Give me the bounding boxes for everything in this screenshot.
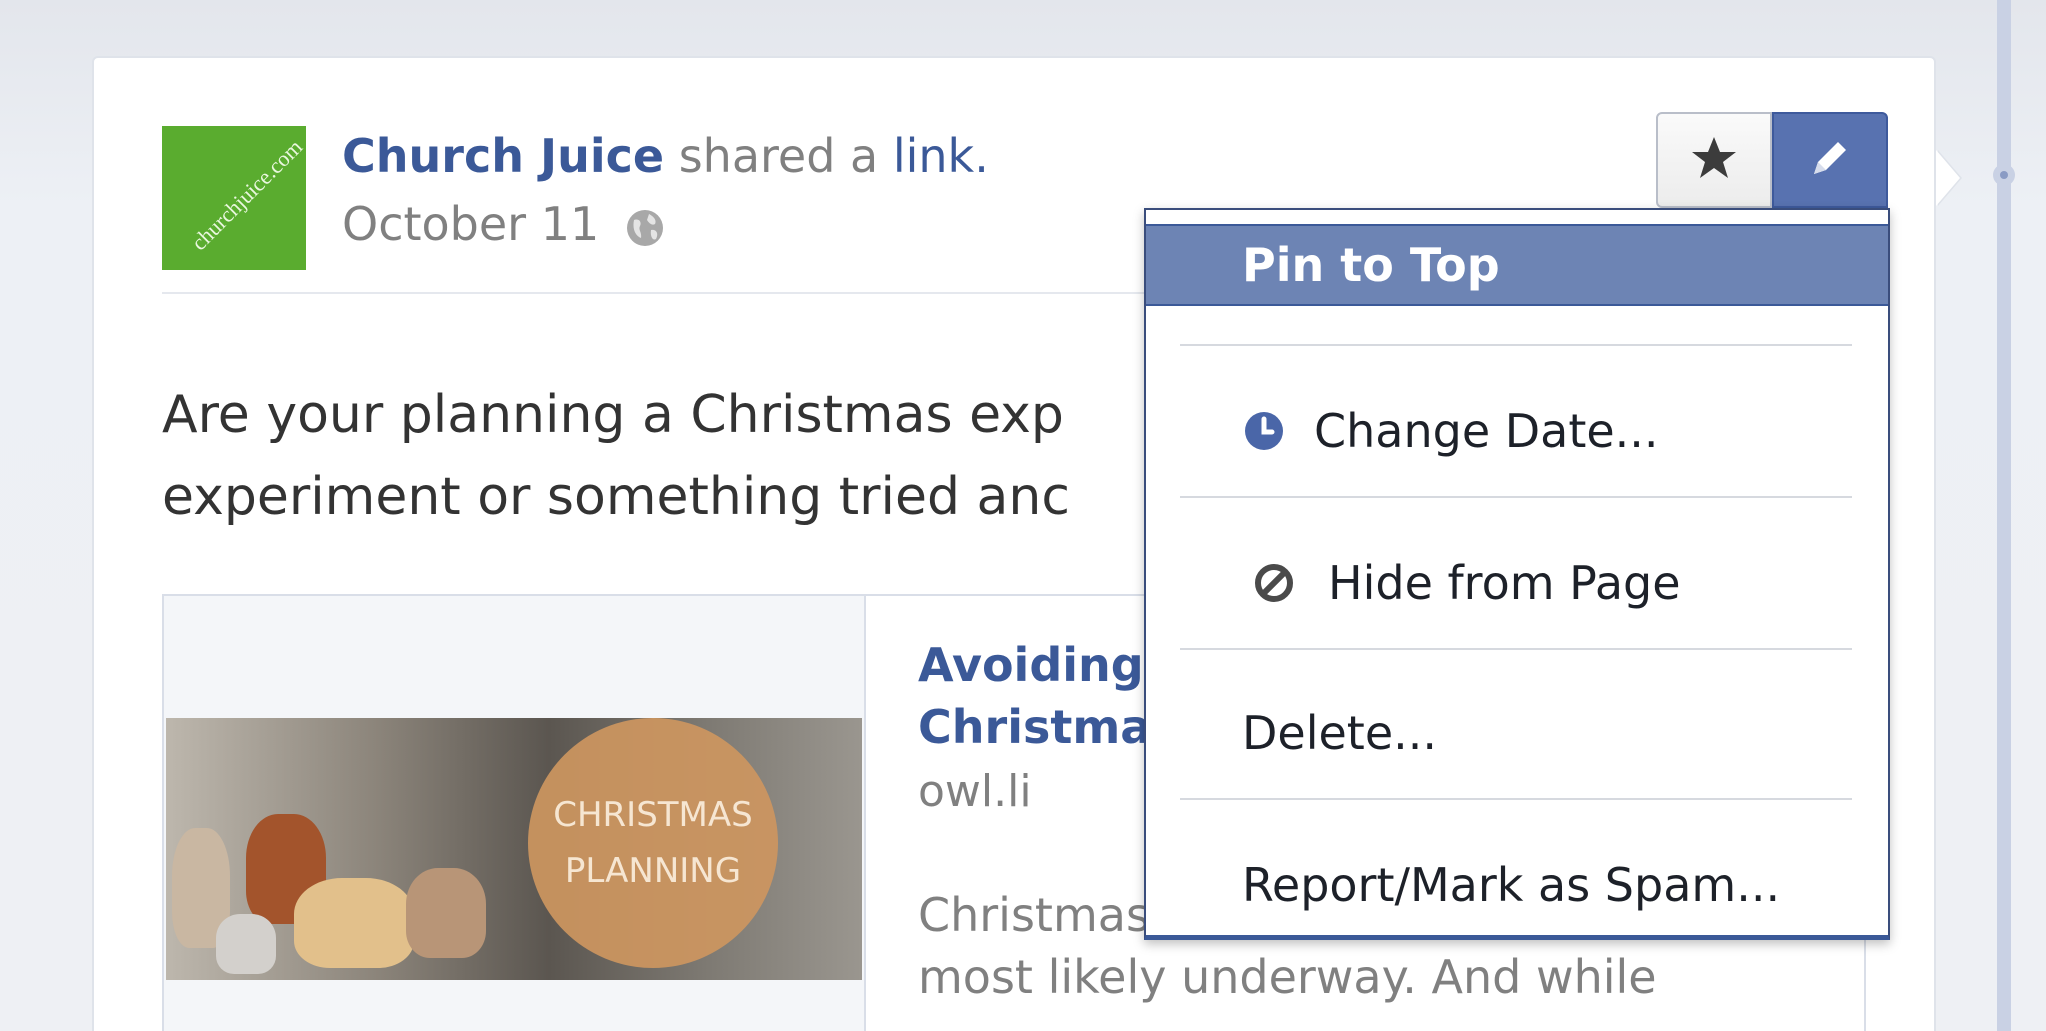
menu-item-label: Pin to Top [1242, 238, 1500, 292]
page-avatar[interactable]: churchjuice.com [162, 126, 306, 270]
post-meta: October 11 [342, 196, 665, 252]
figurine [406, 868, 486, 958]
menu-item-hide-from-page[interactable]: Hide from Page [1146, 548, 1888, 618]
link-summary-line: most likely underway. And while [918, 950, 1657, 1004]
christmas-planning-badge: CHRISTMAS PLANNING [528, 718, 778, 968]
figurine [216, 914, 276, 974]
menu-item-label: Change Date... [1314, 404, 1659, 458]
menu-divider [1180, 496, 1852, 498]
edit-dropdown-menu: Pin to Top Change Date... Hide from Page… [1144, 208, 1890, 940]
menu-item-label: Delete... [1242, 706, 1438, 760]
edit-button[interactable] [1772, 112, 1888, 208]
menu-item-label: Hide from Page [1328, 556, 1681, 610]
clock-icon [1242, 409, 1286, 453]
menu-item-change-date[interactable]: Change Date... [1146, 396, 1888, 466]
link-word[interactable]: link. [893, 129, 989, 183]
post-header: Church Juice shared a link. [342, 128, 989, 184]
menu-divider [1180, 344, 1852, 346]
menu-item-pin-to-top[interactable]: Pin to Top [1146, 224, 1888, 306]
timeline-dot [1993, 164, 2015, 186]
card-pointer [1936, 150, 1960, 206]
author-link[interactable]: Church Juice [342, 129, 664, 183]
post-message-line: Are your planning a Christmas exp [162, 385, 1064, 445]
post-toolbar [1656, 112, 1888, 210]
timeline-line [1997, 0, 2011, 1031]
post-message-line: experiment or something tried anc [162, 467, 1070, 527]
hide-icon [1252, 561, 1296, 605]
menu-divider [1180, 798, 1852, 800]
menu-item-label: Report/Mark as Spam... [1242, 858, 1781, 912]
badge-line: CHRISTMAS [553, 795, 753, 835]
menu-item-delete[interactable]: Delete... [1146, 698, 1888, 768]
menu-divider [1180, 648, 1852, 650]
star-icon [1689, 133, 1739, 187]
figurine [294, 878, 414, 968]
badge-line: PLANNING [564, 851, 742, 891]
action-text: shared a [664, 129, 893, 183]
post-message: Are your planning a Christmas exp experi… [162, 374, 1070, 538]
link-title[interactable]: Avoiding Christma [918, 634, 1151, 758]
post-date[interactable]: October 11 [342, 196, 599, 252]
link-title-line: Avoiding [918, 638, 1144, 692]
highlight-button[interactable] [1656, 112, 1772, 208]
link-title-line: Christma [918, 700, 1152, 754]
menu-item-report-spam[interactable]: Report/Mark as Spam... [1146, 850, 1888, 920]
link-domain: owl.li [918, 766, 1032, 817]
globe-icon [625, 204, 665, 246]
pencil-icon [1806, 134, 1854, 186]
avatar-logo-text: churchjuice.com [186, 134, 306, 256]
link-thumbnail-image[interactable]: CHRISTMAS PLANNING [166, 718, 862, 980]
